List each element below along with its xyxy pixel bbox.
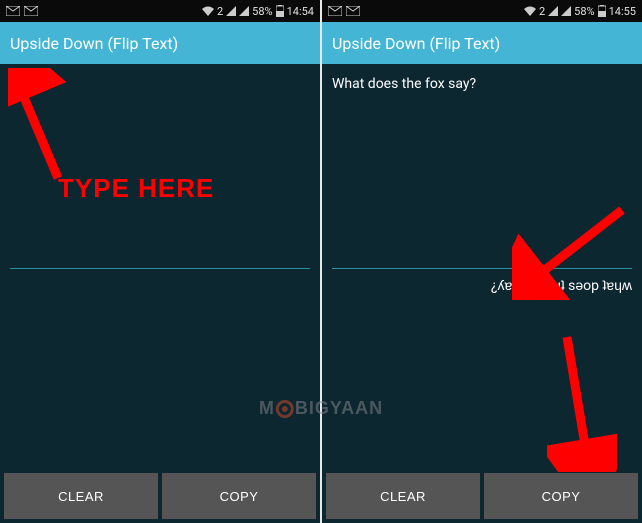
- app-title: Upside Down (Flip Text): [10, 34, 178, 53]
- copy-button[interactable]: COPY: [484, 473, 638, 519]
- text-input[interactable]: [10, 72, 310, 269]
- sim-icon: 2: [539, 5, 545, 18]
- status-right: 2 58% 14:55: [524, 5, 636, 18]
- screen-right: 2 58% 14:55 Upside Down (Flip Text) What…: [322, 0, 642, 523]
- signal-icon-2: [239, 6, 249, 16]
- button-row: CLEAR COPY: [0, 469, 320, 523]
- signal-icon: [226, 6, 236, 16]
- screen-left: 2 58% 14:54 Upside Down (Flip Text) CLEA…: [0, 0, 320, 523]
- time-label: 14:55: [609, 5, 636, 18]
- watermark-m: M: [259, 398, 275, 418]
- app-title: Upside Down (Flip Text): [332, 34, 500, 53]
- copy-button[interactable]: COPY: [162, 473, 316, 519]
- status-bar: 2 58% 14:54: [0, 0, 320, 22]
- target-icon: [276, 400, 294, 418]
- watermark: M BIGYAAN: [259, 398, 383, 419]
- time-label: 14:54: [287, 5, 314, 18]
- mail-icon: [6, 6, 20, 16]
- annotation-type-here: TYPE HERE: [58, 173, 214, 204]
- signal-icon-2: [561, 6, 571, 16]
- mail-icon-2: [346, 6, 360, 16]
- signal-icon: [548, 6, 558, 16]
- app-bar: Upside Down (Flip Text): [322, 22, 642, 64]
- battery-icon: [598, 5, 606, 17]
- text-input[interactable]: What does the fox say?: [332, 72, 632, 269]
- status-left: [6, 6, 38, 16]
- battery-icon: [276, 5, 284, 17]
- app-bar: Upside Down (Flip Text): [0, 22, 320, 64]
- text-output: ¿ʎɐs xoɟ ǝɥʇ sǝop ʇɐɥʍ: [332, 271, 632, 469]
- status-bar: 2 58% 14:55: [322, 0, 642, 22]
- battery-percent: 58%: [574, 5, 594, 18]
- status-left: [328, 6, 360, 16]
- input-text: What does the fox say?: [332, 76, 476, 92]
- mail-icon: [328, 6, 342, 16]
- battery-percent: 58%: [252, 5, 272, 18]
- mail-icon-2: [24, 6, 38, 16]
- sim-icon: 2: [217, 5, 223, 18]
- wifi-icon: [202, 6, 214, 16]
- wifi-icon: [524, 6, 536, 16]
- output-text: ¿ʎɐs xoɟ ǝɥʇ sǝop ʇɐɥʍ: [491, 278, 632, 294]
- text-output: [10, 271, 310, 469]
- watermark-rest: BIGYAAN: [295, 398, 383, 418]
- cursor-icon: [10, 76, 12, 94]
- clear-button[interactable]: CLEAR: [4, 473, 158, 519]
- status-right: 2 58% 14:54: [202, 5, 314, 18]
- clear-button[interactable]: CLEAR: [326, 473, 480, 519]
- button-row: CLEAR COPY: [322, 469, 642, 523]
